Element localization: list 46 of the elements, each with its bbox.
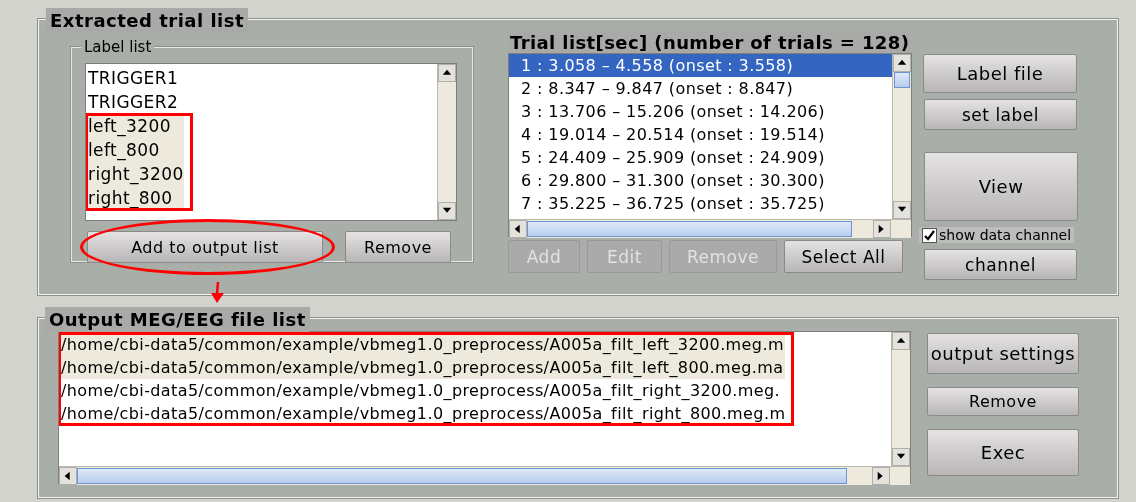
list-item[interactable]: 3 : 13.706 – 15.206 (onset : 14.206) xyxy=(509,100,892,123)
scroll-thumb[interactable] xyxy=(77,468,847,484)
output-button[interactable]: output settings xyxy=(927,333,1079,374)
panel-title: Output MEG/EEG file list xyxy=(45,307,310,332)
checkbox[interactable] xyxy=(922,227,937,243)
panel-title: Extracted trial list xyxy=(46,8,249,33)
horizontal-scrollbar[interactable] xyxy=(59,466,910,485)
output-button[interactable]: Remove xyxy=(927,387,1079,416)
vertical-scrollbar[interactable] xyxy=(892,54,911,219)
list-item[interactable]: 2 : 8.347 – 9.847 (onset : 8.847) xyxy=(509,77,892,100)
scroll-left-icon[interactable] xyxy=(63,471,73,481)
scroll-up-icon[interactable] xyxy=(897,58,907,68)
list-item[interactable]: TRIGGER1 xyxy=(86,66,437,90)
horizontal-scrollbar[interactable] xyxy=(509,219,911,238)
scroll-up-icon[interactable] xyxy=(442,68,452,78)
list-item[interactable]: right_800 xyxy=(86,186,184,210)
list-item[interactable]: /home/cbi-data5/common/example/vbmeg1.0_preprocess/A005a_filt_right_3200.meg. xyxy=(59,379,786,402)
check-icon xyxy=(924,229,935,241)
list-item[interactable]: /home/cbi-data5/common/example/vbmeg1.0_preprocess/A005a_filt_left_3200.meg.m xyxy=(59,333,786,356)
scroll-up-icon[interactable] xyxy=(896,336,906,346)
side-button[interactable]: Label file xyxy=(923,54,1077,93)
view-button[interactable]: View xyxy=(924,152,1078,221)
list-item[interactable]: /home/cbi-data5/common/example/vbmeg1.0_preprocess/A005a_filt_right_800.meg.m xyxy=(59,402,786,425)
list-button[interactable]: Select All xyxy=(784,240,903,273)
list-item[interactable]: right_3200 xyxy=(86,162,184,186)
list-item[interactable]: 6 : 29.800 – 31.300 (onset : 30.300) xyxy=(509,169,892,192)
vertical-scrollbar[interactable] xyxy=(437,64,456,220)
list-title: Trial list[sec] (number of trials = 128) xyxy=(508,32,912,53)
list-item[interactable]: /home/cbi-data5/common/example/vbmeg1.0_preprocess/A005a_filt_left_800.meg.ma xyxy=(59,356,786,379)
list-item[interactable]: TRIGGER2 xyxy=(86,90,437,114)
list-button[interactable]: Add to output list xyxy=(87,231,323,263)
output-button[interactable]: Exec xyxy=(927,429,1079,476)
list-item[interactable]: left_3200 xyxy=(86,114,184,138)
side-button[interactable]: set label xyxy=(924,99,1077,130)
list-item[interactable]: 1 : 3.058 – 4.558 (onset : 3.558) xyxy=(509,54,892,77)
side-button[interactable]: channel xyxy=(924,249,1077,280)
list-item[interactable]: 7 : 35.225 – 36.725 (onset : 35.725) xyxy=(509,192,892,215)
scroll-thumb[interactable] xyxy=(894,72,910,88)
scroll-left-icon[interactable] xyxy=(513,224,523,234)
scroll-thumb[interactable] xyxy=(527,221,852,237)
checkbox-label: show data channel xyxy=(939,227,1071,243)
list-item[interactable]: left_800 xyxy=(86,138,184,162)
list-item[interactable]: 4 : 19.014 – 20.514 (onset : 19.514) xyxy=(509,123,892,146)
vertical-scrollbar[interactable] xyxy=(891,332,910,466)
list-button[interactable]: Remove xyxy=(345,231,451,263)
list-item[interactable]: 5 : 24.409 – 25.909 (onset : 24.909) xyxy=(509,146,892,169)
